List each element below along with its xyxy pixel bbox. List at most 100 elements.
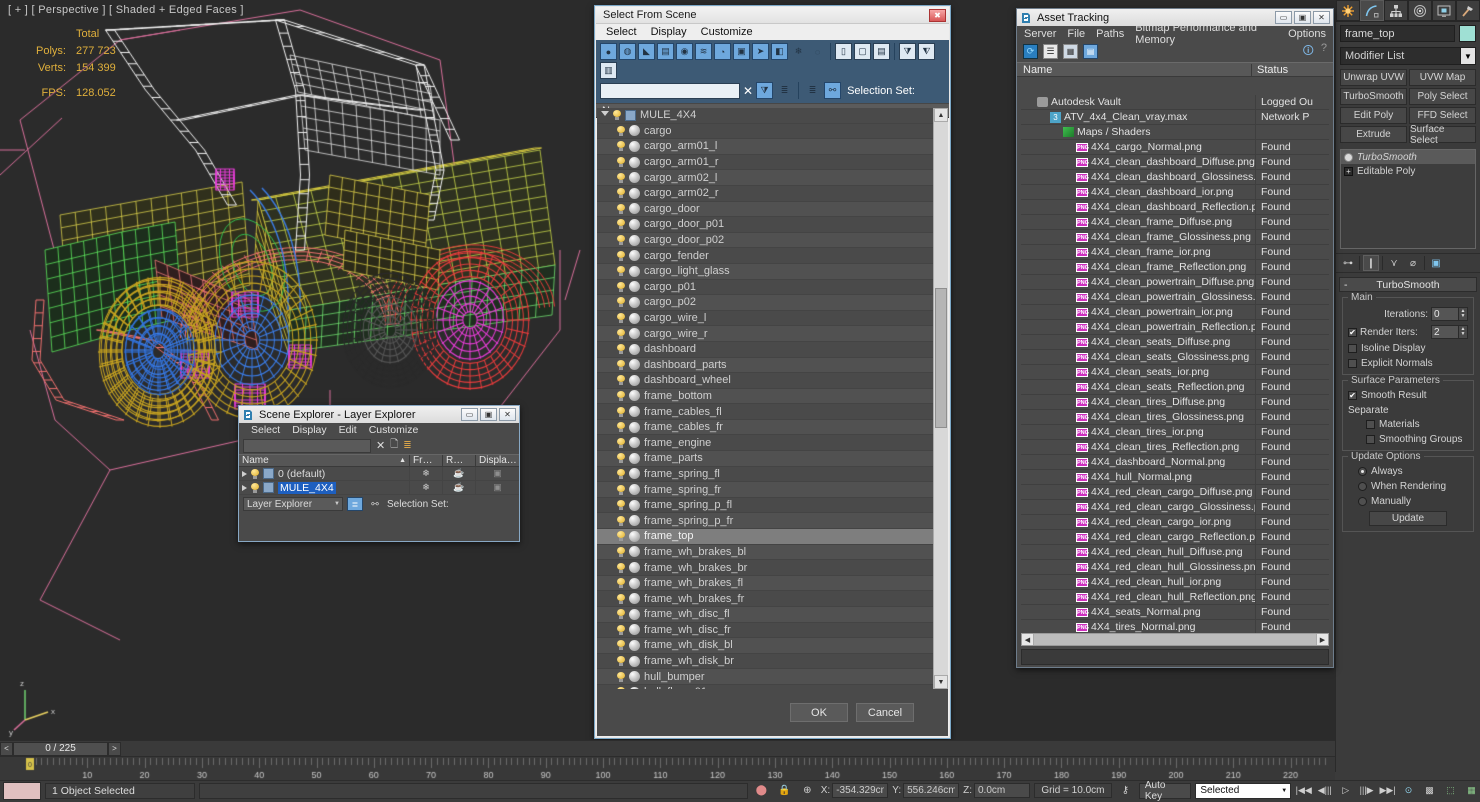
maximize-viewport-icon[interactable]: ▦ bbox=[1463, 783, 1480, 799]
sfs-clear-search-icon[interactable]: ✕ bbox=[743, 84, 753, 98]
render-toggle[interactable]: ☕ bbox=[442, 466, 475, 481]
asset-row[interactable]: PNG 4X4_clean_seats_ior.png Found bbox=[1021, 364, 1329, 380]
smooth-result-row[interactable]: Smooth Result bbox=[1348, 390, 1468, 401]
chevron-down-icon[interactable]: ▼ bbox=[1460, 48, 1475, 64]
materials-row[interactable]: Materials bbox=[1348, 419, 1468, 430]
sfs-node-row[interactable]: cargo_light_glass bbox=[597, 263, 933, 280]
object-sphere-icon[interactable] bbox=[629, 530, 640, 542]
asset-row[interactable]: PNG 4X4_hull_Normal.png Found bbox=[1021, 469, 1329, 485]
refresh-icon[interactable]: ⟳ bbox=[1023, 44, 1038, 59]
asset-row[interactable]: PNG 4X4_clean_tires_ior.png Found bbox=[1021, 424, 1329, 440]
chevron-down-icon-small[interactable]: ▼ bbox=[332, 501, 342, 507]
asset-row[interactable]: PNG 4X4_red_clean_hull_ior.png Found bbox=[1021, 574, 1329, 590]
sfs-node-row[interactable]: cargo_wire_r bbox=[597, 326, 933, 342]
sfs-scroll-thumb[interactable] bbox=[935, 288, 947, 428]
object-color-swatch[interactable] bbox=[1459, 25, 1476, 42]
modifier-button-edit-poly[interactable]: Edit Poly bbox=[1340, 107, 1407, 124]
bulb-icon[interactable] bbox=[617, 157, 625, 168]
bulb-icon[interactable] bbox=[617, 390, 625, 401]
sfs-node-row[interactable]: frame_wh_brakes_br bbox=[597, 560, 933, 576]
lex-layer-mode-icon[interactable]: ≣ bbox=[347, 497, 363, 511]
explicit-normals-row[interactable]: Explicit Normals bbox=[1348, 358, 1468, 369]
bulb-icon[interactable] bbox=[617, 468, 625, 479]
sfs-footer[interactable]: OK Cancel bbox=[597, 689, 948, 736]
bulb-icon[interactable] bbox=[617, 297, 625, 308]
sfs-menu-display[interactable]: Display bbox=[651, 26, 687, 38]
stack-bulb-icon[interactable] bbox=[1344, 152, 1353, 162]
teapot-icon[interactable]: ☕ bbox=[453, 482, 464, 493]
object-sphere-icon[interactable] bbox=[629, 421, 640, 433]
sfs-node-row[interactable]: dashboard_wheel bbox=[597, 373, 933, 389]
object-sphere-icon[interactable] bbox=[629, 608, 640, 620]
grid-view-icon[interactable]: ▤ bbox=[1083, 44, 1098, 59]
asset-row[interactable]: PNG 4X4_clean_seats_Diffuse.png Found bbox=[1021, 334, 1329, 350]
lex-menu-customize[interactable]: Customize bbox=[369, 424, 419, 436]
status-bar[interactable]: 1 Object Selected ⬤ 🔒 ⊕ X: Y: Z: Grid = … bbox=[0, 780, 1480, 802]
asset-minimize-icon[interactable]: ▭ bbox=[1275, 11, 1292, 24]
bulb-icon[interactable] bbox=[617, 593, 625, 604]
object-sphere-icon[interactable] bbox=[629, 343, 640, 355]
sfs-layer-mode-icon[interactable]: ≣ bbox=[804, 82, 822, 99]
goto-start-icon[interactable]: |◀◀ bbox=[1295, 783, 1312, 799]
absolute-mode-icon[interactable]: ⊕ bbox=[798, 783, 817, 799]
sfs-node-row[interactable]: cargo bbox=[597, 124, 933, 140]
goto-end-icon[interactable]: ▶▶| bbox=[1379, 783, 1396, 799]
sfs-search-input[interactable] bbox=[600, 82, 740, 99]
render-iters-input[interactable] bbox=[1431, 325, 1459, 339]
tab-display[interactable] bbox=[1432, 0, 1456, 21]
display-toggle[interactable]: ▣ bbox=[475, 466, 519, 481]
iterations-input[interactable] bbox=[1431, 307, 1459, 321]
asset-row[interactable]: PNG 4X4_clean_tires_Diffuse.png Found bbox=[1021, 394, 1329, 410]
remove-modifier-icon[interactable]: ⌀ bbox=[1405, 255, 1421, 271]
modifier-button-surface-select[interactable]: Surface Select bbox=[1409, 124, 1476, 146]
asset-row[interactable]: Maps / Shaders bbox=[1021, 124, 1329, 140]
sfs-root-node[interactable]: MULE_4X4 bbox=[597, 108, 933, 124]
tab-motion[interactable] bbox=[1408, 0, 1432, 21]
asset-row[interactable]: PNG 4X4_clean_dashboard_ior.png Found bbox=[1021, 184, 1329, 200]
bulb-icon[interactable] bbox=[617, 578, 625, 589]
sfs-node-row[interactable]: frame_cables_fr bbox=[597, 419, 933, 436]
snowflake-icon[interactable]: ❄ bbox=[422, 482, 430, 493]
asset-row[interactable]: PNG 4X4_clean_dashboard_Glossiness.png Fou… bbox=[1021, 169, 1329, 185]
time-slider-bar[interactable]: < 0 / 225 > bbox=[0, 740, 1335, 756]
lex-mode-dropdown[interactable]: Layer Explorer ▼ bbox=[243, 497, 343, 511]
object-sphere-icon[interactable] bbox=[629, 250, 640, 262]
auto-key-button[interactable]: Auto Key bbox=[1138, 780, 1192, 802]
sfs-filter-toggle-icon[interactable]: ⧩ bbox=[756, 82, 774, 99]
bulb-icon[interactable] bbox=[617, 188, 625, 199]
stack-item[interactable]: TurboSmooth bbox=[1341, 150, 1475, 164]
key-filter-dropdown[interactable]: Selected ▼ bbox=[1195, 782, 1292, 799]
layer-icon[interactable] bbox=[263, 482, 274, 493]
sfs-node-row[interactable]: frame_cables_fl bbox=[597, 404, 933, 420]
frame-counter[interactable]: 0 / 225 bbox=[13, 741, 108, 756]
expand-arrow-icon[interactable] bbox=[242, 484, 247, 491]
asset-horizontal-scrollbar[interactable]: ◀ ▶ bbox=[1021, 633, 1329, 646]
y-input[interactable] bbox=[903, 783, 960, 798]
isoline-display-row[interactable]: Isoline Display bbox=[1348, 343, 1468, 354]
sfs-node-row[interactable]: cargo_door_p02 bbox=[597, 232, 933, 249]
object-sphere-icon[interactable] bbox=[629, 624, 640, 636]
scroll-up-icon[interactable]: ▲ bbox=[934, 108, 948, 122]
sfs-node-row[interactable]: cargo_arm01_r bbox=[597, 155, 933, 171]
chevron-down-icon-keyfilter[interactable]: ▼ bbox=[1281, 788, 1287, 794]
object-sphere-icon[interactable] bbox=[629, 125, 640, 137]
sfs-menu-select[interactable]: Select bbox=[606, 26, 637, 38]
sfs-titlebar[interactable]: Select From Scene ✖ bbox=[596, 7, 949, 24]
lock-selection-icon[interactable]: 🔒 bbox=[775, 783, 794, 799]
tab-modify[interactable] bbox=[1360, 0, 1384, 21]
freeze-toggle[interactable]: ❄ bbox=[409, 466, 442, 481]
bulb-icon[interactable] bbox=[617, 531, 625, 542]
sfs-node-row[interactable]: frame_top bbox=[597, 529, 933, 545]
object-sphere-icon[interactable] bbox=[629, 328, 640, 340]
object-sphere-icon[interactable] bbox=[629, 593, 640, 605]
tab-utilities[interactable] bbox=[1456, 0, 1480, 21]
iterations-row[interactable]: Iterations: ▲▼ bbox=[1348, 307, 1468, 321]
lex-maximize-icon[interactable]: ▣ bbox=[480, 408, 497, 421]
lex-column-header[interactable]: Name ▲ Fr… R… Displa… bbox=[239, 454, 519, 467]
bulb-icon[interactable] bbox=[617, 313, 625, 324]
command-panel-tabs[interactable] bbox=[1336, 0, 1480, 22]
lex-minimize-icon[interactable]: ▭ bbox=[461, 408, 478, 421]
object-sphere-icon[interactable] bbox=[629, 515, 640, 527]
sfs-node-row[interactable]: cargo_door_p01 bbox=[597, 217, 933, 233]
sfs-close-icon[interactable]: ✖ bbox=[929, 8, 946, 22]
